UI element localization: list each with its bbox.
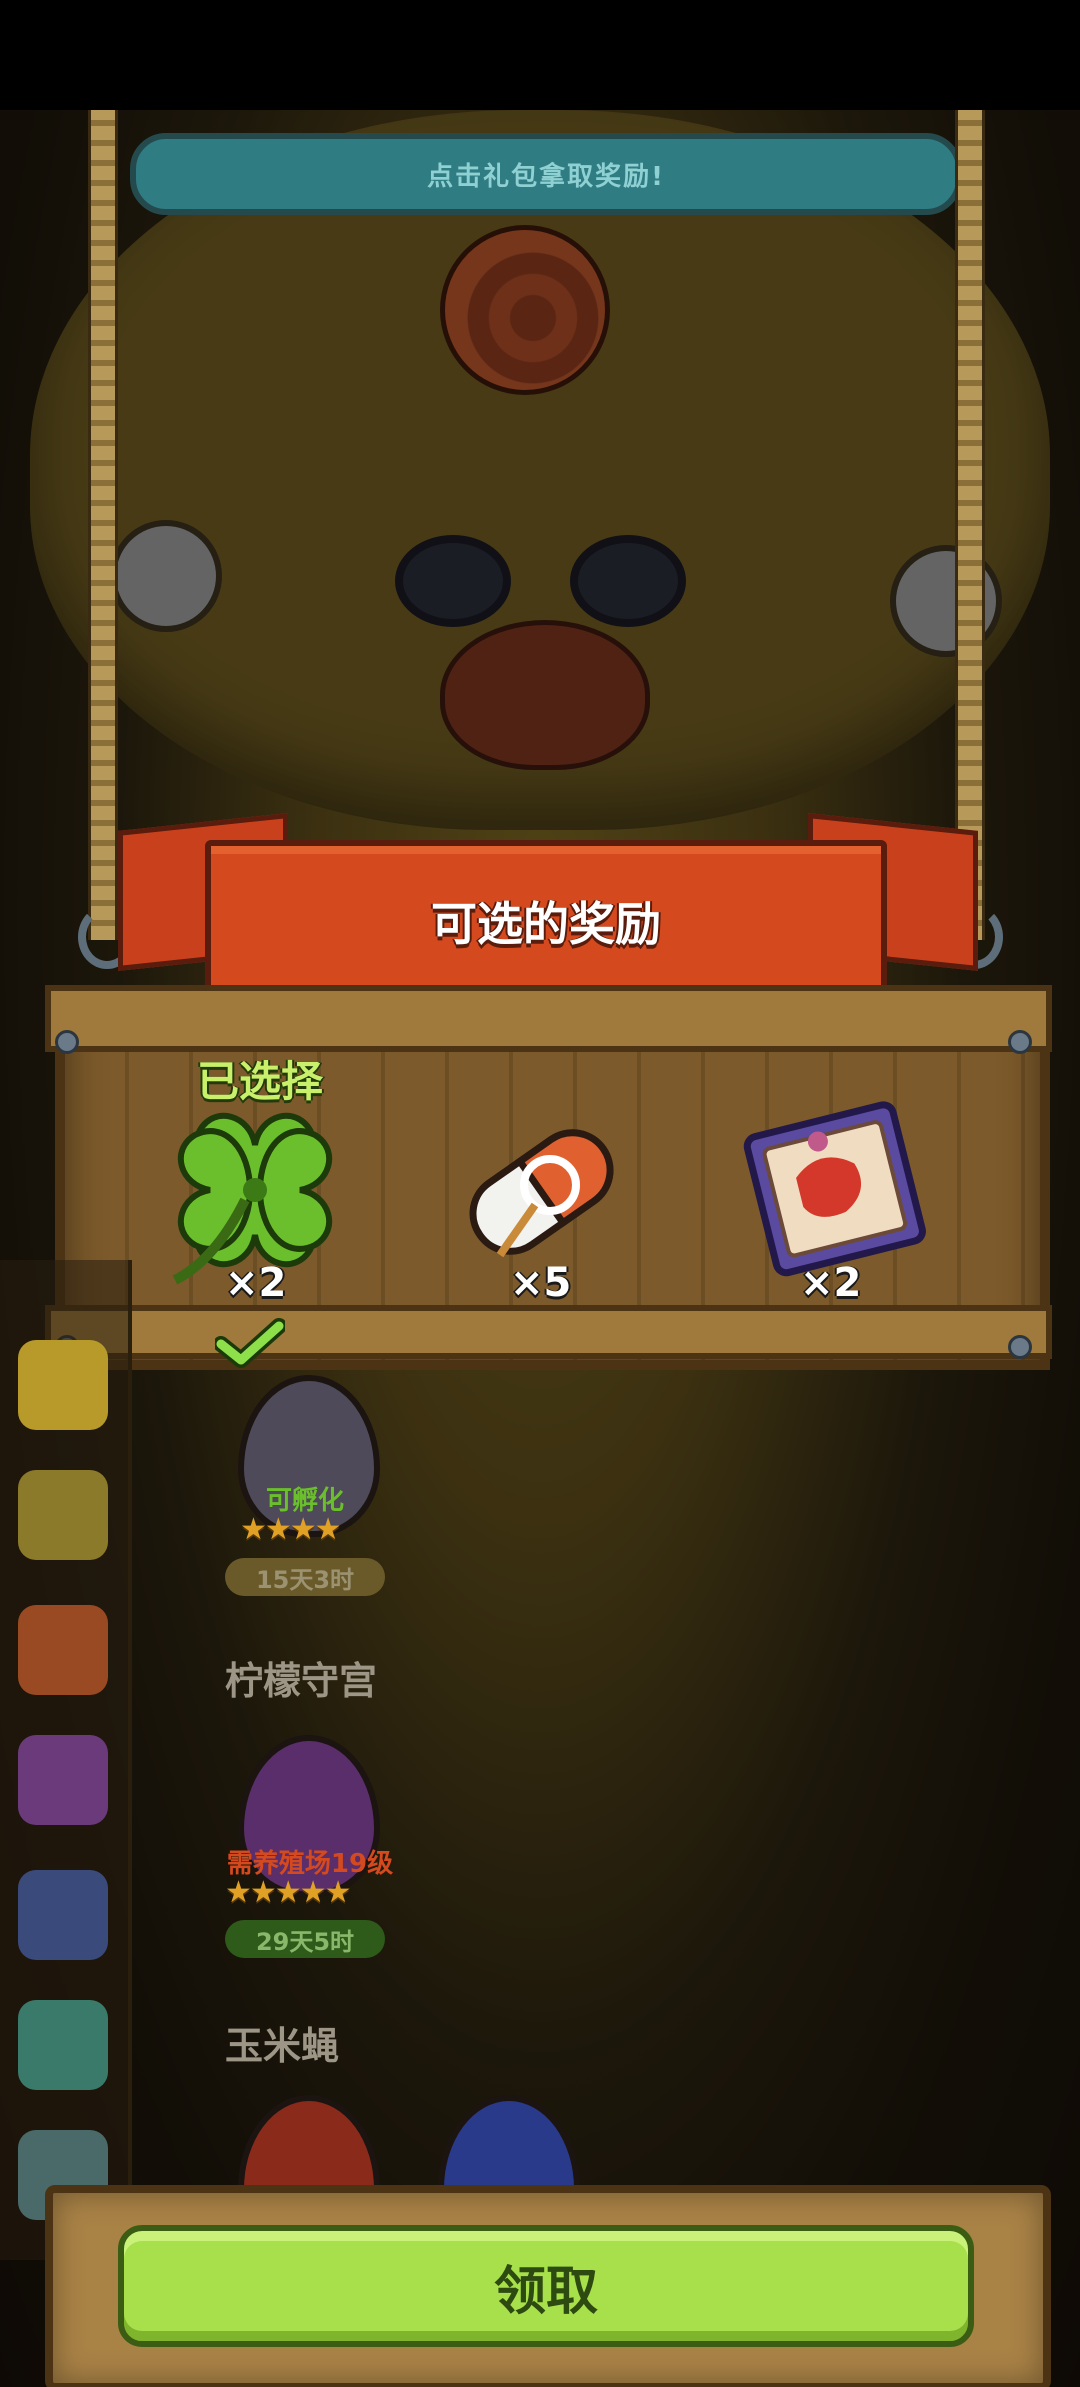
creature-thumb-icon[interactable] [18,1605,108,1695]
creature-thumb-icon[interactable] [18,1735,108,1825]
game-screen: 点击礼包拿取奖励! 可选的奖励 已选择 ×2 ×5 ×2 可孵化 ★★★★ 15… [0,0,1080,2387]
reward-item-capsule[interactable]: ×5 [440,1090,640,1320]
hint-bar: 点击礼包拿取奖励! [130,133,962,215]
left-rope [88,110,118,940]
creature-thumb-icon[interactable] [18,1870,108,1960]
bolt-icon [1008,1030,1032,1054]
panel-title: 可选的奖励 [431,897,661,951]
status-bar [0,0,1080,110]
creature-sidebar [0,1260,132,2260]
reward-qty: ×2 [225,1260,287,1306]
bolt-icon [55,1030,79,1054]
creature-thumb-icon[interactable] [18,2000,108,2090]
creature-thumb-icon[interactable] [18,1470,108,1560]
reward-banner: 可选的奖励 [205,840,887,1002]
claim-button-label: 领取 [493,2261,598,2322]
checkmark-icon [215,1318,285,1368]
reward-qty: ×5 [510,1260,572,1306]
section-title: 柠檬守宫 [225,1659,378,1703]
egg-timer: 15天3时 [225,1558,385,1596]
egg-stars: ★★★★★ [225,1875,351,1910]
creature-thumb-icon[interactable] [18,1340,108,1430]
right-rope [955,110,985,940]
claim-button[interactable]: 领取 [118,2225,974,2347]
reward-item-blueprint[interactable]: ×2 [730,1090,930,1320]
egg-timer: 29天5时 [225,1920,385,1958]
bolt-icon [1008,1335,1032,1359]
section-title: 玉米蝇 [225,2024,340,2068]
crate-top-plank [45,985,1052,1052]
reward-item-clover[interactable]: ×2 [155,1090,355,1320]
reward-qty: ×2 [800,1260,862,1306]
egg-stars: ★★★★ [240,1512,342,1547]
